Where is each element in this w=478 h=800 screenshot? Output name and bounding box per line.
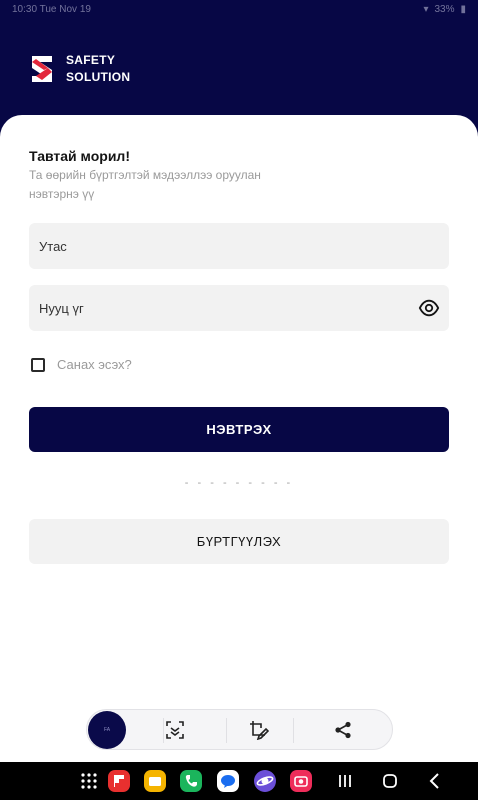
remember-me[interactable]: Санах эсэх?	[31, 357, 132, 372]
camera-app-icon[interactable]	[290, 770, 312, 792]
status-time: 10:30 Tue Nov 19	[12, 3, 91, 15]
files-app-icon[interactable]	[144, 770, 166, 792]
remember-label: Санах эсэх?	[57, 357, 132, 372]
phone-input[interactable]: Утас	[29, 223, 449, 269]
internet-app-icon[interactable]	[254, 770, 276, 792]
password-input[interactable]: Нууц үг	[29, 285, 449, 331]
recents-button[interactable]	[334, 770, 356, 792]
battery-level: 33%	[434, 3, 455, 15]
welcome-title: Тавтай морил!	[29, 148, 130, 164]
flipboard-app-icon[interactable]	[108, 770, 130, 792]
home-button[interactable]	[379, 770, 401, 792]
edit-crop-icon[interactable]	[248, 719, 270, 741]
navigation-bar	[0, 762, 478, 800]
status-bar: 10:30 Tue Nov 19 ▾ 33% ▮	[0, 0, 478, 18]
register-button[interactable]: БҮРТГҮҮЛЭХ	[29, 519, 449, 564]
apps-grid-icon[interactable]	[78, 770, 100, 792]
divider: - - - - - - - - -	[184, 477, 294, 489]
login-card: Тавтай морил! Та өөрийн бүртгэлтэй мэдээ…	[0, 115, 478, 762]
avatar[interactable]: FA	[88, 710, 126, 749]
phone-placeholder: Утас	[39, 238, 67, 254]
phone-app-icon[interactable]	[180, 770, 202, 792]
wifi-icon: ▾	[423, 3, 429, 15]
back-button[interactable]	[424, 770, 446, 792]
scan-icon[interactable]	[164, 719, 186, 741]
logo-line2: SOLUTION	[66, 70, 131, 84]
share-icon[interactable]	[332, 719, 354, 741]
floating-toolbar: FA	[86, 709, 393, 750]
password-placeholder: Нууц үг	[39, 300, 84, 316]
logo-icon	[32, 56, 52, 82]
login-button[interactable]: НЭВТРЭХ	[29, 407, 449, 452]
battery-icon: ▮	[460, 3, 466, 15]
app-logo: SAFETY SOLUTION	[28, 52, 130, 86]
avatar-text: FA	[103, 726, 111, 733]
remember-checkbox[interactable]	[31, 357, 45, 372]
messages-app-icon[interactable]	[217, 770, 239, 792]
logo-line1: SAFETY	[66, 53, 116, 67]
welcome-subtitle: Та өөрийн бүртгэлтэй мэдээллээ оруулан н…	[29, 168, 261, 201]
eye-icon[interactable]	[418, 298, 440, 318]
